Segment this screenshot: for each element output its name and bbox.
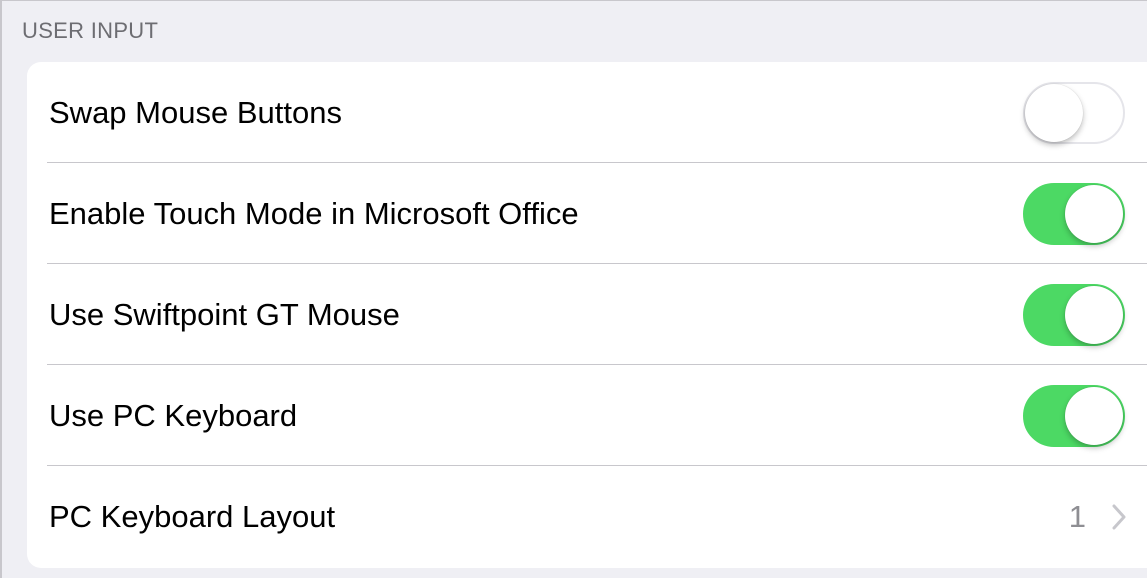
- settings-screen: USER INPUT Swap Mouse Buttons Enable Tou…: [0, 0, 1147, 578]
- pc-keyboard-toggle[interactable]: [1023, 384, 1125, 447]
- row-label: Use PC Keyboard: [49, 397, 298, 433]
- row-label: Swap Mouse Buttons: [49, 94, 342, 130]
- swiftpoint-mouse-toggle[interactable]: [1023, 283, 1125, 346]
- touch-mode-toggle[interactable]: [1023, 182, 1125, 245]
- swap-mouse-buttons-toggle[interactable]: [1023, 81, 1125, 144]
- toggle-knob: [1025, 83, 1083, 142]
- toggle-knob: [1065, 285, 1123, 344]
- row-swiftpoint-mouse: Use Swiftpoint GT Mouse: [27, 264, 1147, 365]
- row-label: PC Keyboard Layout: [49, 498, 336, 534]
- toggle-knob: [1065, 184, 1123, 243]
- row-swap-mouse-buttons: Swap Mouse Buttons: [27, 62, 1147, 163]
- row-pc-keyboard: Use PC Keyboard: [27, 365, 1147, 466]
- settings-group: Swap Mouse Buttons Enable Touch Mode in …: [27, 62, 1147, 568]
- toggle-knob: [1065, 386, 1123, 445]
- keyboard-layout-value: 1: [1068, 498, 1086, 534]
- row-pc-keyboard-layout[interactable]: PC Keyboard Layout 1: [27, 466, 1147, 567]
- row-label: Enable Touch Mode in Microsoft Office: [49, 195, 579, 231]
- row-label: Use Swiftpoint GT Mouse: [49, 296, 400, 332]
- section-header: USER INPUT: [22, 18, 159, 43]
- chevron-right-icon: [1112, 504, 1126, 529]
- row-touch-mode: Enable Touch Mode in Microsoft Office: [27, 163, 1147, 264]
